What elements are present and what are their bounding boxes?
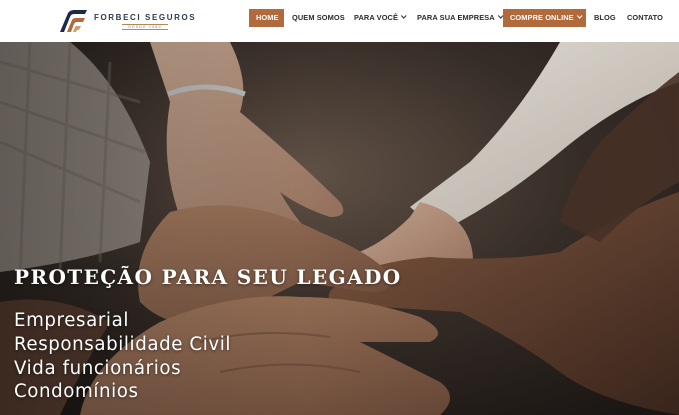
service-item-empresarial: Empresarial	[14, 310, 129, 331]
nav-item-para-sua-empresa[interactable]: PARA SUA EMPRESA	[417, 9, 504, 27]
service-list: Empresarial Responsabilidade Civil Vida …	[14, 309, 231, 404]
nav-item-label: PARA SUA EMPRESA	[417, 13, 495, 22]
nav-item-blog[interactable]: BLOG	[594, 9, 616, 27]
nav-item-label: QUEM SOMOS	[292, 13, 345, 22]
service-item-responsabilidade-civil: Responsabilidade Civil	[14, 333, 232, 355]
nav-item-label: COMPRE ONLINE	[510, 13, 574, 22]
nav-item-contato[interactable]: CONTATO	[627, 9, 663, 27]
chevron-down-icon	[400, 13, 407, 19]
service-item-vida-funcionarios: Vida funcionários	[14, 357, 182, 379]
nav-item-home[interactable]: HOME	[249, 9, 284, 27]
nav-item-para-voce[interactable]: PARA VOCÊ	[354, 9, 407, 27]
service-item-condominios: Condomínios	[14, 381, 139, 403]
hero-banner: PROTEÇÃO PARA SEU LEGADO Empresarial Res…	[0, 42, 679, 415]
nav-item-label: BLOG	[594, 13, 616, 22]
chevron-down-icon	[576, 13, 583, 19]
nav-item-compre-online[interactable]: COMPRE ONLINE	[503, 9, 586, 27]
nav-item-label: HOME	[256, 13, 279, 22]
nav-item-label: CONTATO	[627, 13, 664, 22]
site-header: FORBECI SEGUROS DESDE 1980 HOME QUEM SOM…	[0, 0, 679, 42]
nav-item-quem-somos[interactable]: QUEM SOMOS	[292, 9, 345, 27]
main-nav: HOME QUEM SOMOS PARA VOCÊ PARA SUA EMPRE…	[0, 9, 679, 27]
hero-title: PROTEÇÃO PARA SEU LEGADO	[14, 265, 402, 289]
nav-item-label: PARA VOCÊ	[354, 13, 399, 22]
